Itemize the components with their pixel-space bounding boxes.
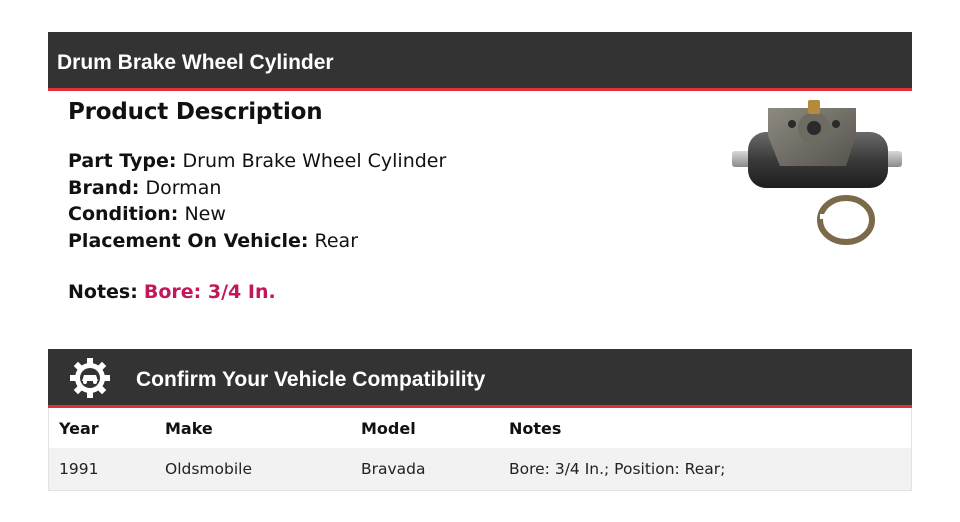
column-header-year: Year [59, 419, 99, 438]
spec-label: Part Type: [68, 150, 177, 172]
cell-model: Bravada [361, 460, 426, 478]
spec-value: Dorman [145, 176, 222, 199]
spec-placement: Placement On Vehicle: Rear [68, 228, 688, 255]
compatibility-title: Confirm Your Vehicle Compatibility [136, 368, 486, 391]
spec-value: New [184, 203, 226, 225]
spec-label: Placement On Vehicle: [68, 229, 309, 252]
product-title: Drum Brake Wheel Cylinder [57, 51, 334, 74]
cell-notes: Bore: 3/4 In.; Position: Rear; [509, 460, 726, 478]
column-header-model: Model [361, 419, 416, 438]
compatibility-bar: Confirm Your Vehicle Compatibility [48, 349, 912, 408]
description-heading: Product Description [68, 99, 323, 125]
cell-year: 1991 [59, 460, 99, 478]
product-notes: Notes: Bore: 3/4 In. [68, 279, 688, 305]
spec-condition: Condition: New [68, 201, 688, 228]
product-description: Product Description Part Type: Drum Brak… [68, 96, 688, 305]
product-title-bar: Drum Brake Wheel Cylinder [48, 32, 912, 91]
spec-label: Condition: [68, 203, 179, 225]
table-header: Year Make Model Notes [49, 408, 911, 448]
column-header-notes: Notes [509, 419, 562, 438]
notes-label: Notes: [68, 281, 138, 303]
spec-value: Drum Brake Wheel Cylinder [182, 150, 447, 172]
spec-part-type: Part Type: Drum Brake Wheel Cylinder [68, 148, 688, 175]
spec-list: Part Type: Drum Brake Wheel Cylinder Bra… [68, 148, 688, 254]
table-row: 1991 Oldsmobile Bravada Bore: 3/4 In.; P… [49, 448, 911, 490]
column-header-make: Make [165, 419, 213, 438]
compatibility-table: Year Make Model Notes 1991 Oldsmobile Br… [48, 408, 912, 491]
cell-make: Oldsmobile [165, 460, 252, 478]
spec-label: Brand: [68, 176, 140, 199]
spec-brand: Brand: Dorman [68, 175, 688, 202]
notes-value: Bore: 3/4 In. [143, 281, 276, 303]
product-image [732, 100, 902, 245]
gear-car-icon [70, 358, 110, 398]
spec-value: Rear [314, 229, 359, 252]
